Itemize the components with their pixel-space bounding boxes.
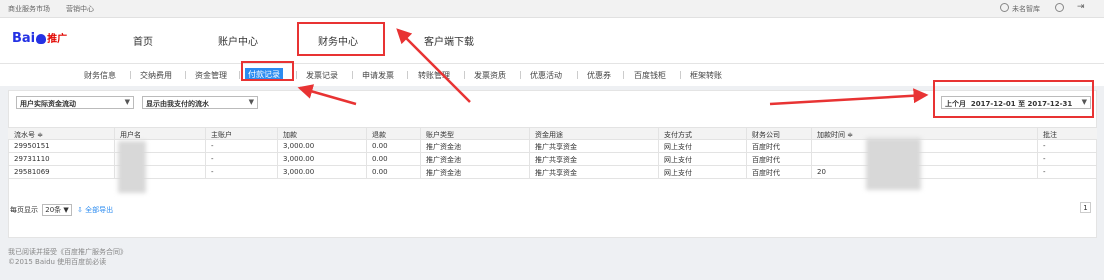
arrow-to-payment-records bbox=[297, 84, 357, 106]
annotation-arrows bbox=[297, 28, 929, 106]
arrow-to-finance-center bbox=[396, 28, 471, 103]
arrow-to-date-range bbox=[769, 88, 929, 106]
